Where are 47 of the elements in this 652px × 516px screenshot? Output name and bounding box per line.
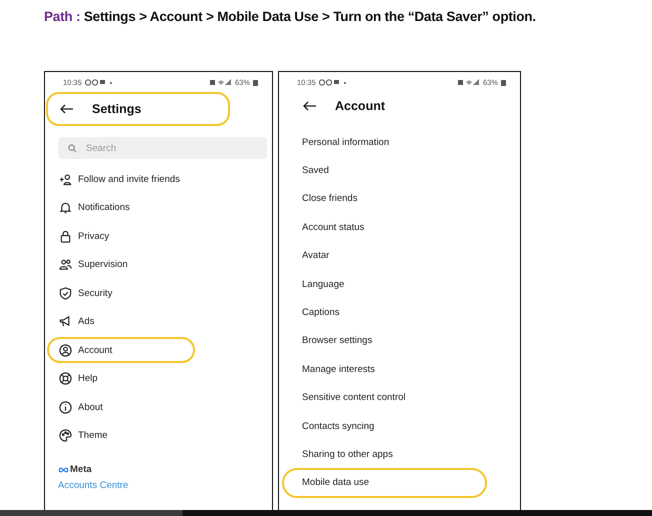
search-field[interactable]: Search: [58, 137, 267, 159]
menu-row[interactable]: Personal information: [282, 127, 487, 158]
settings-item[interactable]: Ads: [47, 308, 195, 335]
menu-row[interactable]: Contacts syncing: [282, 411, 487, 442]
menu-row[interactable]: Close friends: [282, 184, 487, 214]
back-arrow-icon[interactable]: [60, 104, 74, 114]
info-icon: [59, 400, 72, 414]
megaphone-icon: [59, 315, 72, 328]
infinity-logo-icon: [58, 466, 69, 472]
brand-name: Meta: [70, 464, 92, 475]
signal-icons: [210, 78, 232, 86]
settings-item[interactable]: Privacy: [47, 223, 195, 250]
signal-icons: [458, 78, 480, 86]
settings-item[interactable]: About: [47, 394, 195, 420]
bell-icon: [59, 201, 72, 214]
menu-row[interactable]: Browser settings: [282, 326, 487, 356]
screen-title: Settings: [92, 102, 142, 116]
settings-item[interactable]: Supervision: [47, 252, 195, 278]
menu-row[interactable]: Manage interests: [282, 354, 487, 384]
menu-row[interactable]: Sharing to other apps: [282, 440, 487, 470]
add-person-icon: [59, 172, 72, 186]
settings-item[interactable]: Follow and invite friends: [47, 166, 195, 192]
battery-icon: [253, 78, 258, 86]
notification-icons: [318, 78, 347, 86]
battery-icon: [501, 78, 506, 86]
menu-row[interactable]: Saved: [282, 156, 487, 186]
back-arrow-icon[interactable]: [303, 101, 317, 111]
palette-icon: [59, 429, 72, 442]
menu-row[interactable]: Account status: [282, 212, 487, 242]
screen-title: Account: [335, 99, 385, 113]
menu-row[interactable]: Mobile data use: [282, 468, 487, 498]
menu-row[interactable]: Avatar: [282, 240, 487, 271]
path-instruction: Path : Settings > Account > Mobile Data Use > Turn on the “Data Saver” option.: [43, 8, 537, 26]
lock-icon: [59, 230, 72, 243]
shield-icon: [59, 286, 72, 300]
lifebuoy-icon: [59, 372, 72, 386]
menu-row[interactable]: Captions: [282, 298, 487, 328]
settings-item[interactable]: Help: [47, 366, 195, 392]
settings-item[interactable]: Notifications: [47, 194, 195, 221]
settings-item[interactable]: Theme: [47, 422, 195, 449]
settings-item[interactable]: Security: [47, 280, 195, 306]
settings-item[interactable]: Account: [47, 337, 195, 364]
person-circle-icon: [59, 344, 72, 357]
menu-row[interactable]: Sensitive content control: [282, 382, 487, 413]
menu-row[interactable]: Language: [282, 269, 487, 300]
people-icon: [59, 258, 72, 272]
notification-icons: [84, 78, 113, 86]
